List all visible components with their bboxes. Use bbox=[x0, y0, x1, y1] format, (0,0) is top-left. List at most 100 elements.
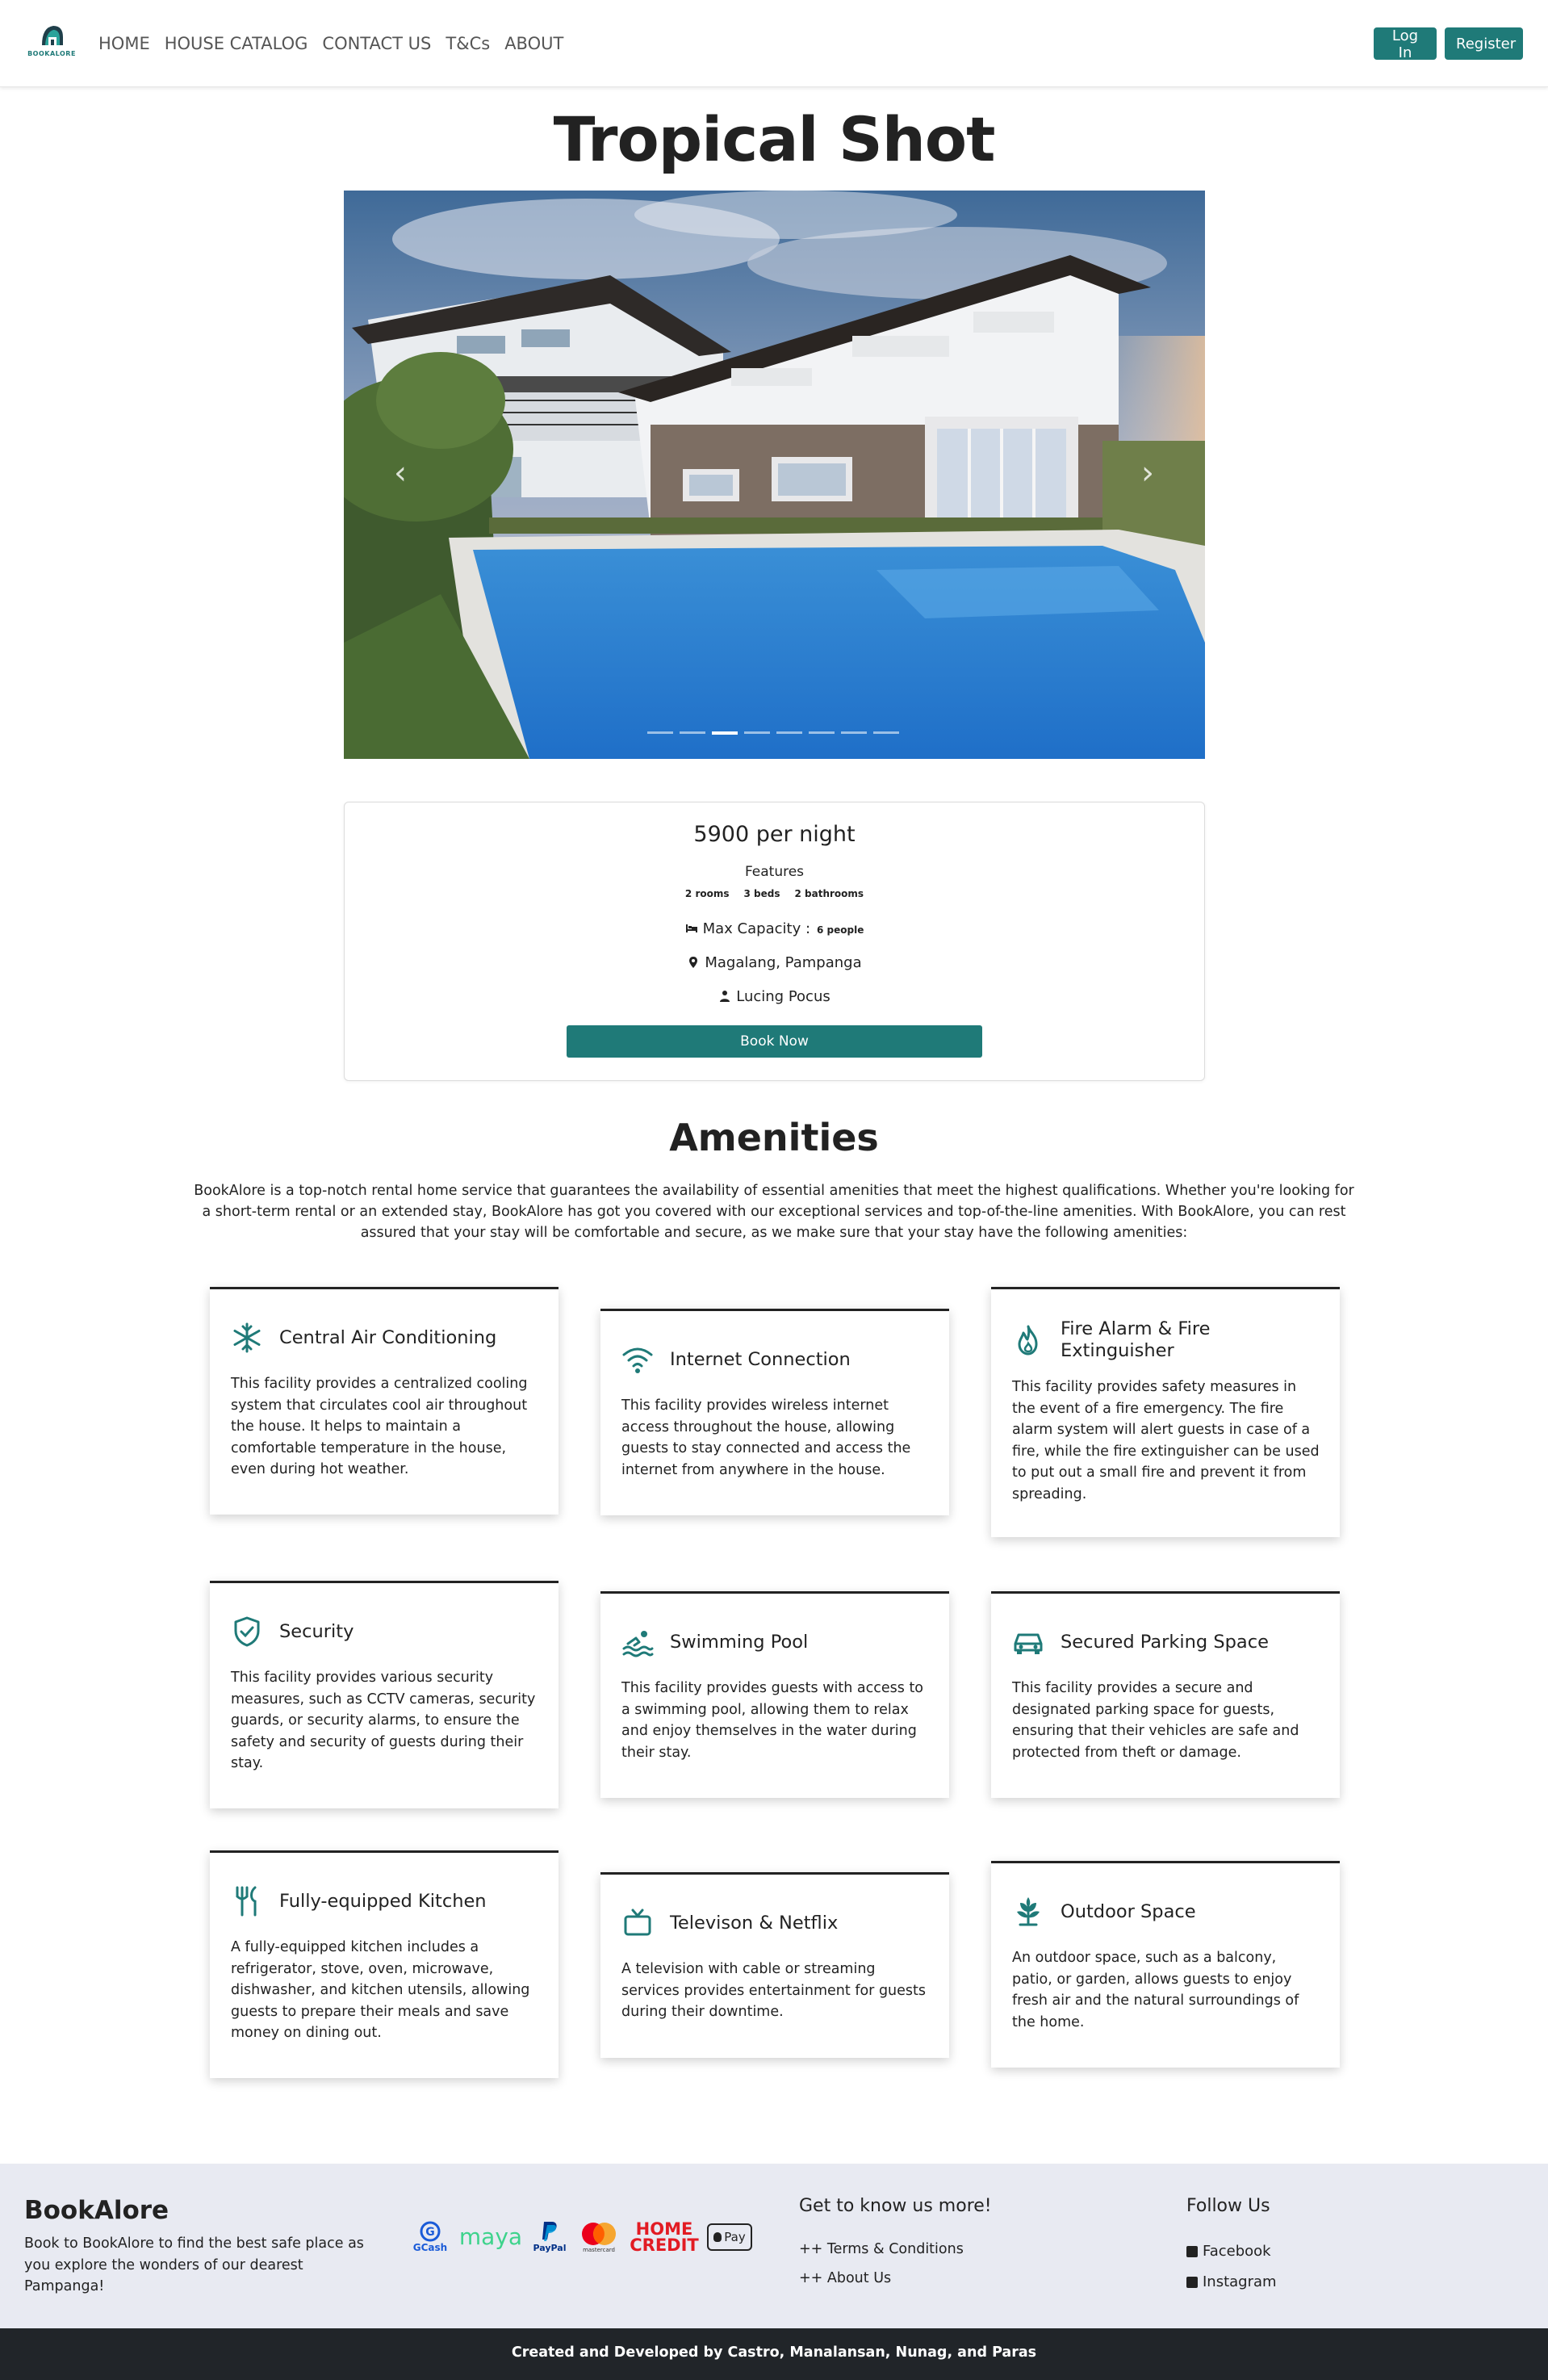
nav-house-catalog[interactable]: HOUSE CATALOG bbox=[165, 31, 308, 57]
capacity-label: Max Capacity : bbox=[702, 920, 811, 937]
bookalore-emblem-icon bbox=[42, 26, 63, 45]
capacity-value: 6 people bbox=[817, 924, 864, 936]
credits-bar: Created and Developed by Castro, Manalan… bbox=[0, 2328, 1548, 2380]
max-capacity: Max Capacity : 6 people bbox=[345, 920, 1204, 937]
plant-icon bbox=[1012, 1896, 1044, 1928]
fire-icon bbox=[1012, 1324, 1044, 1356]
amenity-card-television: Televison & Netflix A television with ca… bbox=[600, 1872, 949, 2058]
nav-links: HOME HOUSE CATALOG CONTACT US T&Cs ABOUT bbox=[98, 31, 578, 57]
carousel-indicator[interactable] bbox=[776, 731, 802, 734]
house-title: Tropical Shot bbox=[553, 103, 996, 175]
nav-about[interactable]: ABOUT bbox=[504, 31, 563, 57]
amenity-text: This facility provides wireless internet… bbox=[621, 1397, 911, 1478]
amenity-title: Secured Parking Space bbox=[1061, 1631, 1269, 1653]
amenity-text: An outdoor space, such as a balcony, pat… bbox=[1012, 1950, 1299, 2030]
amenity-title: Outdoor Space bbox=[1061, 1900, 1196, 1922]
carousel-indicator[interactable] bbox=[680, 731, 705, 734]
carousel-indicator[interactable] bbox=[647, 731, 673, 734]
facebook-label: Facebook bbox=[1203, 2243, 1271, 2260]
carousel-indicator[interactable] bbox=[744, 731, 770, 734]
amenities-title: Amenities bbox=[669, 1116, 879, 1159]
feature-list: 2 rooms 3 beds 2 bathrooms bbox=[345, 888, 1204, 899]
maya-label: maya bbox=[458, 2223, 523, 2250]
amenity-title: Fire Alarm & Fire Extinguisher bbox=[1061, 1318, 1211, 1361]
navbar: BOOKALORE HOME HOUSE CATALOG CONTACT US … bbox=[0, 0, 1548, 87]
location-text: Magalang, Pampanga bbox=[705, 954, 862, 971]
car-icon bbox=[1012, 1626, 1044, 1658]
login-button[interactable]: Log In bbox=[1374, 27, 1437, 61]
amenity-title: Televison & Netflix bbox=[670, 1912, 839, 1934]
amenity-title: Security bbox=[279, 1620, 354, 1642]
gcash-label: GCash bbox=[412, 2241, 448, 2253]
instagram-icon bbox=[1186, 2276, 1198, 2288]
nav-home[interactable]: HOME bbox=[98, 31, 150, 57]
tv-icon bbox=[621, 1907, 654, 1939]
wifi-icon bbox=[621, 1343, 654, 1376]
amenity-text: This facility provides guests with acces… bbox=[621, 1680, 924, 1761]
footer-follow-title: Follow Us bbox=[1186, 2196, 1270, 2216]
amenities-intro: BookAlore is a top-notch rental home ser… bbox=[194, 1183, 1354, 1241]
utensils-icon bbox=[231, 1885, 263, 1917]
brand-logo[interactable]: BOOKALORE bbox=[27, 23, 76, 65]
shield-check-icon bbox=[231, 1615, 263, 1648]
person-icon bbox=[720, 991, 730, 1002]
maya-logo: maya bbox=[458, 2223, 523, 2250]
swimming-icon bbox=[621, 1626, 654, 1658]
carousel-indicator-active[interactable] bbox=[712, 731, 738, 735]
footer-facebook-link[interactable]: Facebook bbox=[1186, 2243, 1271, 2260]
house-image-carousel[interactable]: ‹ › bbox=[344, 191, 1205, 759]
amenity-card-security: Security This facility provides various … bbox=[210, 1581, 559, 1808]
feature-bathrooms: 2 bathrooms bbox=[794, 888, 864, 899]
footer-brand: BookAlore bbox=[24, 2196, 169, 2225]
amenity-title: Central Air Conditioning bbox=[279, 1326, 497, 1348]
features-label: Features bbox=[744, 864, 805, 880]
register-button[interactable]: Register bbox=[1445, 27, 1523, 60]
applepay-label: Pay bbox=[724, 2229, 746, 2244]
map-pin-icon bbox=[689, 957, 698, 968]
gcash-icon: G bbox=[420, 2221, 441, 2241]
carousel-next-icon[interactable]: › bbox=[1123, 449, 1172, 497]
amenity-text: A television with cable or streaming ser… bbox=[621, 1961, 927, 2020]
amenity-text: This facility provides various security … bbox=[231, 1670, 536, 1771]
nav-tcs[interactable]: T&Cs bbox=[446, 31, 490, 57]
footer-know-title: Get to know us more! bbox=[799, 2196, 992, 2216]
amenity-card-parking: Secured Parking Space This facility prov… bbox=[991, 1591, 1340, 1798]
homecredit-logo: HOME CREDIT bbox=[630, 2219, 699, 2253]
carousel-indicator[interactable] bbox=[841, 731, 867, 734]
amenity-card-swimming-pool: Swimming Pool This facility provides gue… bbox=[600, 1591, 949, 1798]
bed-icon bbox=[685, 924, 697, 932]
location: Magalang, Pampanga bbox=[345, 954, 1204, 971]
amenity-text: This facility provides safety measures i… bbox=[1012, 1379, 1320, 1502]
brand-text: BOOKALORE bbox=[27, 50, 76, 57]
amenity-title: Internet Connection bbox=[670, 1348, 851, 1370]
amenity-text: This facility provides a centralized coo… bbox=[231, 1376, 528, 1477]
footer-instagram-link[interactable]: Instagram bbox=[1186, 2273, 1277, 2290]
amenity-title: Fully-equipped Kitchen bbox=[279, 1890, 487, 1912]
amenity-card-kitchen: Fully-equipped Kitchen A fully-equipped … bbox=[210, 1850, 559, 2078]
carousel-indicator[interactable] bbox=[873, 731, 899, 734]
applepay-logo: Pay bbox=[707, 2223, 752, 2251]
book-now-button[interactable]: Book Now bbox=[567, 1025, 982, 1058]
host-name: Lucing Pocus bbox=[736, 988, 830, 1005]
gcash-logo: G GCash bbox=[410, 2221, 450, 2253]
host: Lucing Pocus bbox=[345, 988, 1204, 1005]
footer-link-terms[interactable]: ++ Terms & Conditions bbox=[799, 2241, 964, 2257]
nav-contact-us[interactable]: CONTACT US bbox=[322, 31, 431, 57]
homecredit-label-1: HOME bbox=[635, 2219, 693, 2239]
footer-description: Book to BookAlore to find the best safe … bbox=[24, 2235, 364, 2294]
paypal-icon bbox=[542, 2222, 557, 2241]
carousel-indicators bbox=[647, 731, 899, 735]
carousel-prev-icon[interactable]: ‹ bbox=[376, 449, 425, 497]
carousel-indicator[interactable] bbox=[809, 731, 835, 734]
apple-icon bbox=[713, 2231, 722, 2242]
amenity-card-fire-safety: Fire Alarm & Fire Extinguisher This faci… bbox=[991, 1287, 1340, 1537]
paypal-label: PayPal bbox=[533, 2243, 567, 2253]
amenity-card-outdoor: Outdoor Space An outdoor space, such as … bbox=[991, 1861, 1340, 2068]
svg-text:G: G bbox=[425, 2226, 435, 2239]
mastercard-label: mastercard bbox=[583, 2246, 615, 2253]
house-photo bbox=[344, 191, 1205, 759]
mastercard-icon bbox=[582, 2222, 616, 2245]
credits-text: Created and Developed by Castro, Manalan… bbox=[511, 2344, 1037, 2361]
amenity-text: A fully-equipped kitchen includes a refr… bbox=[231, 1939, 530, 2041]
footer-link-about[interactable]: ++ About Us bbox=[799, 2270, 891, 2286]
